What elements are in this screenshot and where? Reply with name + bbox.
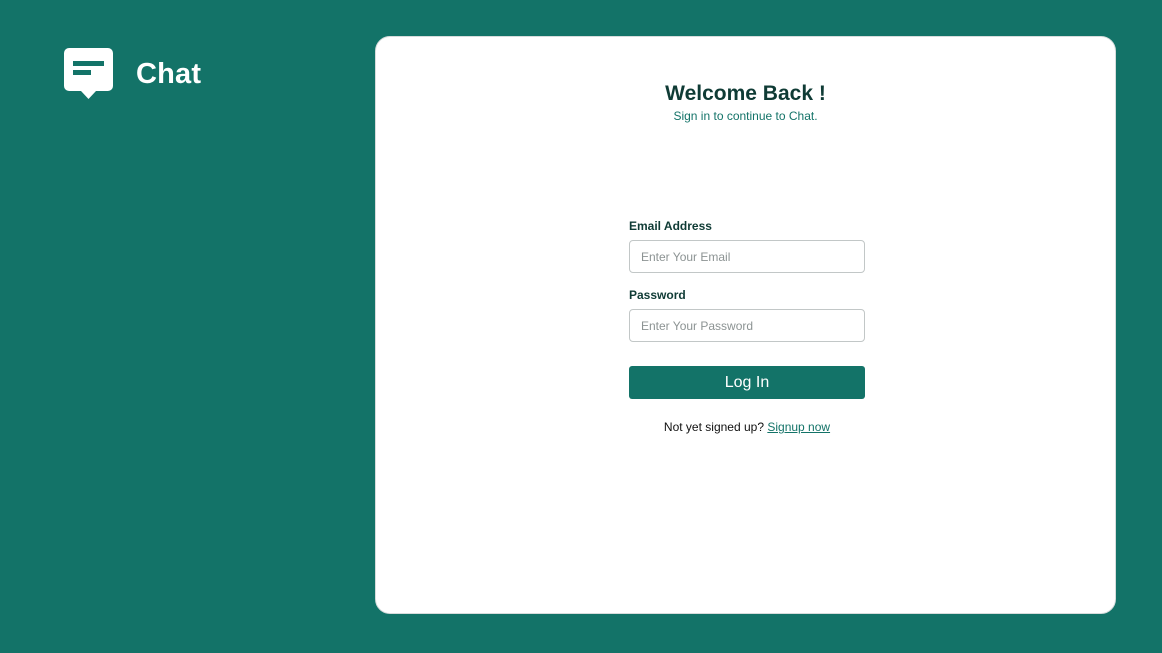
page-subtitle: Sign in to continue to Chat.	[673, 109, 818, 123]
signup-prompt: Not yet signed up?	[663, 420, 764, 434]
signup-link[interactable]: Signup now	[767, 420, 830, 434]
brand-logo: Chat	[64, 48, 201, 100]
password-label: Password	[629, 288, 686, 302]
page-title: Welcome Back !	[665, 82, 826, 105]
login-card: Welcome Back ! Sign in to continue to Ch…	[375, 36, 1116, 614]
login-heading: Welcome Back ! Sign in to continue to Ch…	[376, 81, 1115, 124]
signup-prompt-row: Not yet signed up? Signup now	[629, 419, 865, 435]
email-label: Email Address	[629, 219, 712, 233]
login-page: Chat Welcome Back ! Sign in to continue …	[0, 0, 1162, 653]
brand-name: Chat	[136, 57, 202, 90]
login-form: Email Address Password Log In Not yet si…	[629, 219, 865, 435]
login-button[interactable]: Log In	[629, 366, 865, 399]
chat-bubble-icon	[64, 48, 113, 99]
password-field[interactable]	[629, 309, 865, 342]
email-field[interactable]	[629, 240, 865, 273]
